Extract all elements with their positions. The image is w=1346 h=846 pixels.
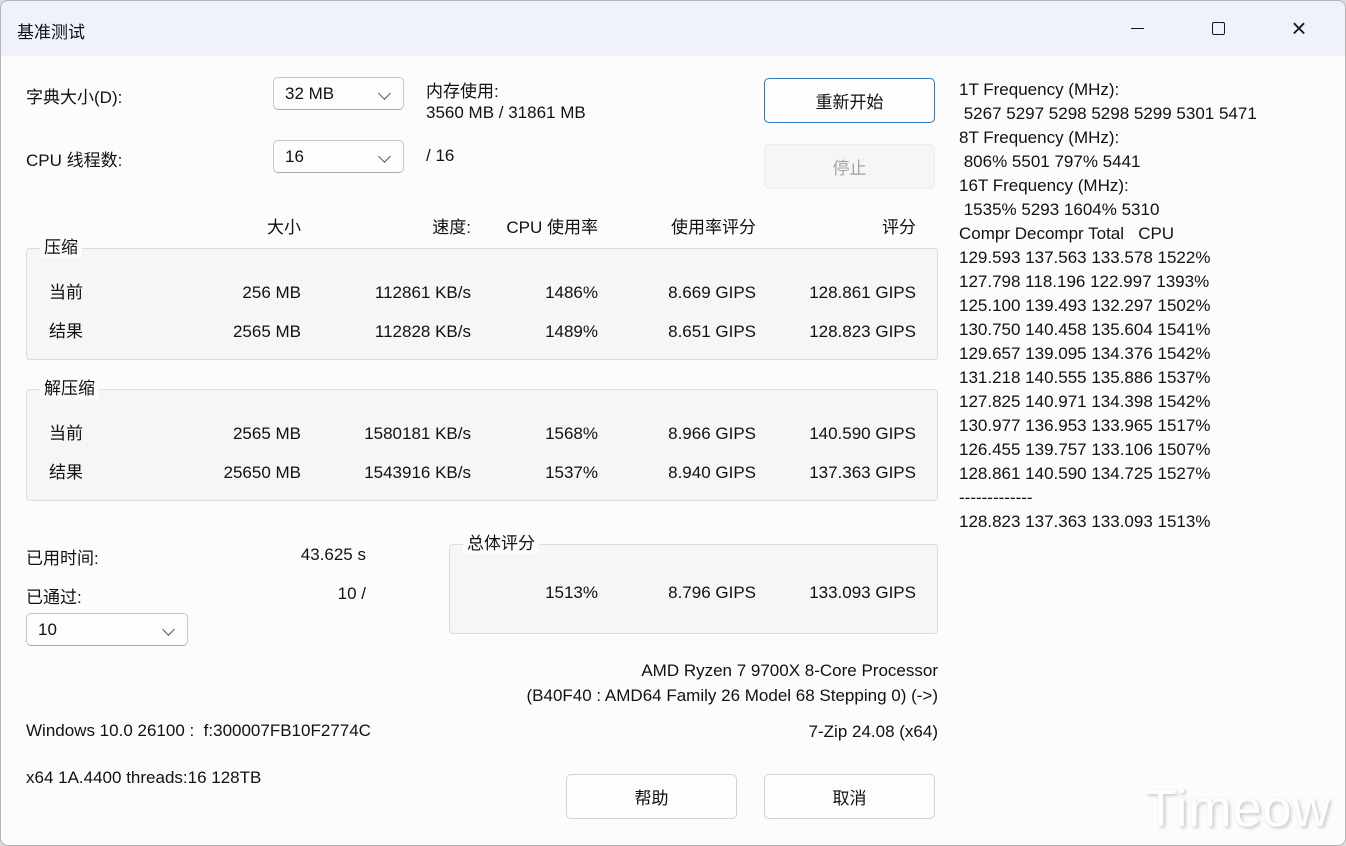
elapsed-time-value: 43.625 s [300, 545, 366, 564]
compression-current-label: 当前 [49, 283, 83, 302]
total-rating-group-label: 总体评分 [463, 534, 539, 554]
total-usage-rating: 8.796 GIPS [668, 583, 756, 602]
decompression-result-rating: 137.363 GIPS [809, 463, 916, 482]
decompression-current-usage-rating: 8.966 GIPS [668, 424, 756, 443]
chevron-down-icon [378, 150, 391, 163]
freq-line: 5267 5297 5298 5298 5299 5301 5471 [959, 104, 1257, 123]
compression-current-usage-rating: 8.669 GIPS [668, 283, 756, 302]
compression-current-rating: 128.861 GIPS [809, 283, 916, 302]
compression-result-cpu: 1489% [545, 322, 598, 341]
result-row: 128.861 140.590 134.725 1527% [959, 464, 1211, 483]
header-size: 大小 [267, 218, 301, 237]
compression-groupbox: 压缩 [26, 238, 938, 360]
compression-result-usage-rating: 8.651 GIPS [668, 322, 756, 341]
minimize-button[interactable] [1119, 11, 1155, 45]
compression-result-label: 结果 [49, 322, 83, 341]
passes-label: 已通过: [26, 588, 82, 607]
decompression-current-size: 2565 MB [232, 424, 301, 443]
maximize-icon [1211, 21, 1225, 35]
minimize-icon [1130, 27, 1144, 29]
memory-usage-value: 3560 MB / 31861 MB [426, 103, 586, 122]
result-row: 130.750 140.458 135.604 1541% [959, 320, 1211, 339]
close-icon: × [1291, 13, 1307, 43]
header-rating: 评分 [882, 218, 916, 237]
maximize-button[interactable] [1200, 11, 1236, 45]
freq-column-header: Compr Decompr Total CPU [959, 224, 1175, 243]
decompression-current-label: 当前 [49, 424, 83, 443]
benchmark-dialog: 基准测试 × 字典大小(D): 32 MB 内存使用: 3560 MB / 31… [0, 0, 1346, 846]
close-button[interactable]: × [1281, 11, 1317, 45]
passes-select-value: 10 [38, 620, 57, 639]
dictionary-size-value: 32 MB [285, 84, 335, 103]
decompression-result-label: 结果 [49, 463, 83, 482]
compression-result-size: 2565 MB [232, 322, 301, 341]
result-row: 130.977 136.953 133.965 1517% [959, 416, 1211, 435]
dictionary-size-label: 字典大小(D): [26, 88, 123, 107]
stop-button[interactable]: 停止 [764, 144, 935, 189]
result-row: 129.657 139.095 134.376 1542% [959, 344, 1211, 363]
arch-info: x64 1A.4400 threads:16 128TB [26, 768, 262, 787]
memory-usage-label: 内存使用: [426, 82, 499, 101]
elapsed-time-label: 已用时间: [26, 549, 99, 568]
compression-result-rating: 128.823 GIPS [809, 322, 916, 341]
compression-current-cpu: 1486% [545, 283, 598, 302]
decompression-group-label: 解压缩 [40, 379, 99, 399]
freq-line: 806% 5501 797% 5441 [959, 152, 1141, 171]
dictionary-size-select[interactable]: 32 MB [273, 77, 404, 110]
cpu-threads-total: / 16 [426, 146, 455, 165]
passes-value: 10 / [337, 584, 366, 603]
chevron-down-icon [378, 87, 391, 100]
decompression-result-usage-rating: 8.940 GIPS [668, 463, 756, 482]
compression-current-speed: 112861 KB/s [374, 283, 471, 302]
help-button[interactable]: 帮助 [566, 774, 737, 819]
restart-button[interactable]: 重新开始 [764, 78, 935, 123]
freq-line: 1535% 5293 1604% 5310 [959, 200, 1160, 219]
compression-result-speed: 112828 KB/s [374, 322, 471, 341]
freq-line: 16T Frequency (MHz): [959, 176, 1129, 195]
cpu-details: (B40F40 : AMD64 Family 26 Model 68 Stepp… [526, 686, 939, 705]
freq-line: 1T Frequency (MHz): [959, 80, 1120, 99]
decompression-result-cpu: 1537% [545, 463, 598, 482]
header-cpu-usage: CPU 使用率 [506, 218, 598, 237]
windows-version: Windows 10.0 26100 : f:300007FB10F2774C [26, 721, 371, 740]
cpu-threads-select[interactable]: 16 [273, 140, 404, 173]
watermark: Timeow [1144, 780, 1331, 838]
decompression-current-speed: 1580181 KB/s [364, 424, 471, 443]
passes-select[interactable]: 10 [26, 613, 188, 646]
total-rating: 133.093 GIPS [809, 583, 916, 602]
result-row: 127.798 118.196 122.997 1393% [959, 272, 1210, 291]
header-usage-rating: 使用率评分 [671, 218, 756, 237]
cpu-threads-label: CPU 线程数: [26, 151, 123, 170]
total-cpu: 1513% [545, 583, 598, 602]
cpu-name: AMD Ryzen 7 9700X 8-Core Processor [641, 661, 938, 680]
result-row: 126.455 139.757 133.106 1507% [959, 440, 1211, 459]
cancel-button[interactable]: 取消 [764, 774, 935, 819]
chevron-down-icon [162, 623, 175, 636]
decompression-result-size: 25650 MB [223, 463, 302, 482]
result-separator: ------------- [959, 488, 1033, 507]
freq-line: 8T Frequency (MHz): [959, 128, 1120, 147]
result-row: 129.593 137.563 133.578 1522% [959, 248, 1211, 267]
app-version: 7-Zip 24.08 (x64) [808, 722, 938, 741]
result-row: 131.218 140.555 135.886 1537% [959, 368, 1211, 387]
result-average-row: 128.823 137.363 133.093 1513% [959, 512, 1211, 531]
compression-group-label: 压缩 [40, 238, 82, 258]
decompression-groupbox: 解压缩 [26, 379, 938, 501]
decompression-result-speed: 1543916 KB/s [364, 463, 471, 482]
result-row: 125.100 139.493 132.297 1502% [959, 296, 1211, 315]
compression-current-size: 256 MB [242, 283, 301, 302]
decompression-current-cpu: 1568% [545, 424, 598, 443]
titlebar: 基准测试 × [1, 1, 1345, 56]
cpu-threads-value: 16 [285, 147, 304, 166]
window-title: 基准测试 [17, 23, 85, 42]
frequency-log-panel: 1T Frequency (MHz): 5267 5297 5298 5298 … [959, 78, 1335, 534]
header-speed: 速度: [432, 218, 471, 237]
result-row: 127.825 140.971 134.398 1542% [959, 392, 1211, 411]
decompression-current-rating: 140.590 GIPS [809, 424, 916, 443]
